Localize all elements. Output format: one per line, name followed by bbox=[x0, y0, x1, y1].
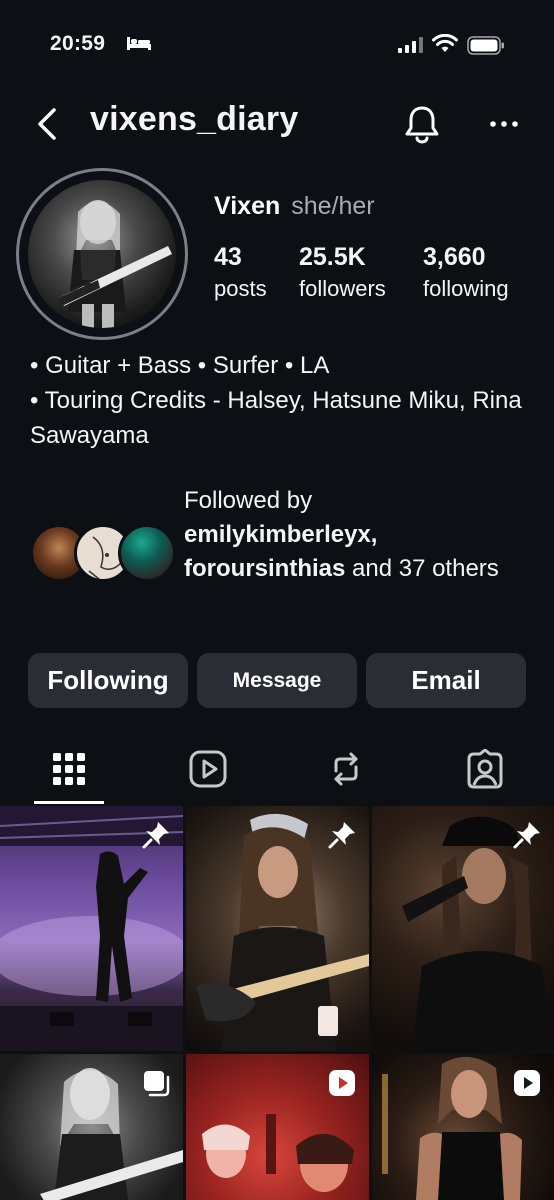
followed-by-prefix: Followed by bbox=[184, 487, 313, 514]
back-arrow-icon[interactable] bbox=[30, 104, 66, 144]
reel-icon bbox=[514, 1070, 540, 1096]
stat-label: posts bbox=[214, 276, 267, 301]
tab-reels[interactable] bbox=[178, 742, 238, 796]
stat-value: 3,660 bbox=[423, 243, 486, 271]
following-count[interactable]: 3,660 following bbox=[423, 242, 509, 306]
bio-line: • Guitar + Bass • Surfer • LA bbox=[30, 352, 330, 379]
avatar bbox=[118, 524, 176, 582]
pronouns: she/her bbox=[291, 192, 375, 220]
reels-icon bbox=[189, 750, 227, 788]
post-thumbnail[interactable] bbox=[0, 1054, 183, 1200]
profile-name-line: Vixen she/her bbox=[214, 192, 375, 221]
posts-count[interactable]: 43 posts bbox=[214, 242, 267, 306]
email-button[interactable]: Email bbox=[366, 653, 526, 708]
tab-tagged[interactable] bbox=[455, 742, 515, 796]
post-thumbnail[interactable] bbox=[186, 1054, 369, 1200]
followed-by-suffix: and 37 others bbox=[345, 555, 499, 582]
mutual-user-2: foroursinthias bbox=[184, 555, 346, 582]
followers-count[interactable]: 25.5K followers bbox=[299, 242, 386, 306]
post-thumbnail[interactable] bbox=[186, 806, 369, 1051]
more-options-icon[interactable] bbox=[486, 110, 522, 138]
message-button[interactable]: Message bbox=[197, 653, 357, 708]
wifi-icon bbox=[432, 34, 458, 52]
battery-icon bbox=[467, 36, 504, 55]
profile-username: vixens_diary bbox=[90, 100, 299, 138]
notifications-bell-icon[interactable] bbox=[400, 102, 444, 146]
tagged-icon bbox=[467, 749, 503, 789]
post-thumbnail[interactable] bbox=[372, 806, 554, 1051]
post-thumbnail[interactable] bbox=[0, 806, 183, 1051]
reposts-icon bbox=[334, 752, 358, 786]
carousel-icon bbox=[144, 1071, 170, 1097]
cellular-signal-icon bbox=[398, 37, 423, 53]
display-name: Vixen bbox=[214, 192, 281, 220]
sleep-focus-icon bbox=[127, 37, 151, 50]
status-bar: 20:59 bbox=[0, 0, 554, 92]
posts-grid bbox=[0, 806, 554, 1200]
bio-line: • Touring Credits - Halsey, Hatsune Miku… bbox=[30, 387, 522, 449]
avatar-photo bbox=[28, 180, 176, 328]
tab-posts-grid[interactable] bbox=[39, 742, 99, 796]
reel-icon bbox=[329, 1070, 355, 1096]
following-button[interactable]: Following bbox=[28, 653, 188, 708]
pin-icon bbox=[513, 822, 540, 849]
profile-bio: • Guitar + Bass • Surfer • LA • Touring … bbox=[30, 348, 530, 453]
stat-value: 25.5K bbox=[299, 243, 366, 271]
followed-by-text[interactable]: Followed by emilykimberleyx, foroursinth… bbox=[184, 484, 514, 586]
tab-reposts[interactable] bbox=[316, 742, 376, 796]
pin-icon bbox=[142, 822, 169, 849]
pin-icon bbox=[328, 822, 355, 849]
active-tab-indicator bbox=[34, 801, 104, 804]
stat-label: followers bbox=[299, 276, 386, 301]
stat-label: following bbox=[423, 276, 509, 301]
profile-avatar[interactable] bbox=[16, 168, 188, 340]
mutual-user-1: emilykimberleyx, bbox=[184, 521, 378, 548]
grid-icon bbox=[53, 753, 85, 785]
post-thumbnail[interactable] bbox=[372, 1054, 554, 1200]
mutual-followers-avatars[interactable] bbox=[30, 524, 180, 584]
status-time: 20:59 bbox=[50, 32, 106, 55]
stat-value: 43 bbox=[214, 243, 242, 271]
